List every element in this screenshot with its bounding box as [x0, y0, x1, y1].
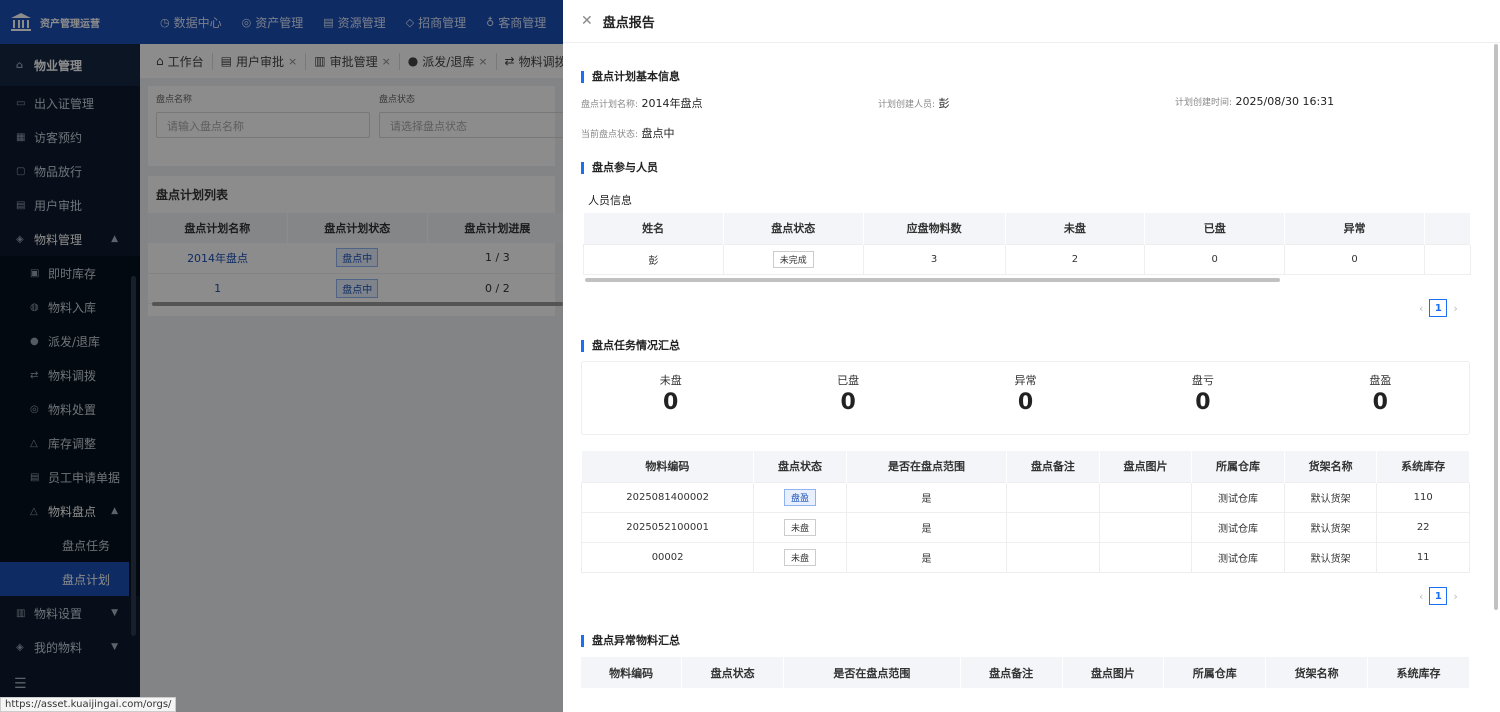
report-drawer: ✕ 盘点报告 盘点计划基本信息 盘点计划名称: 2014年盘点 计划创建人员: …: [563, 0, 1500, 712]
abnormal-table: 物料编码 盘点状态 是否在盘点范围 盘点备注 盘点图片 所属仓库 货架名称 系统…: [581, 657, 1470, 688]
state-field: 当前盘点状态: 盘点中: [581, 127, 675, 140]
pagination-material: ‹ 1 ›: [1419, 587, 1458, 605]
modal-mask[interactable]: [0, 0, 563, 712]
section-summary: 盘点任务情况汇总: [581, 340, 680, 352]
table-header: 姓名 盘点状态 应盘物料数 未盘 已盘 异常: [583, 213, 1472, 244]
section-participants: 盘点参与人员: [581, 162, 658, 174]
prev-page-icon[interactable]: ‹: [1419, 302, 1423, 315]
status-badge: 未盘: [783, 548, 816, 566]
pagination-people: ‹ 1 ›: [1419, 299, 1458, 317]
page-button[interactable]: 1: [1429, 299, 1448, 317]
people-table: 姓名 盘点状态 应盘物料数 未盘 已盘 异常 彭 未完成 3 2 0 0: [583, 213, 1472, 275]
summary-abnormal: 异常 0: [1014, 374, 1037, 415]
table-header: 物料编码 盘点状态 是否在盘点范围 盘点备注 盘点图片 所属仓库 货架名称 系统…: [581, 657, 1470, 688]
table-row[interactable]: 00002 未盘 是 测试仓库 默认货架 11: [580, 541, 1470, 573]
people-info-label: 人员信息: [588, 194, 632, 207]
summary-checked: 已盘 0: [837, 374, 860, 415]
creator-field: 计划创建人员: 彭: [878, 97, 950, 110]
table-row[interactable]: 2025052100001 未盘 是 测试仓库 默认货架 22: [580, 511, 1470, 543]
page-button[interactable]: 1: [1429, 587, 1448, 605]
drawer-header: ✕ 盘点报告: [563, 0, 1500, 43]
prev-page-icon[interactable]: ‹: [1419, 590, 1423, 603]
material-table: 物料编码 盘点状态 是否在盘点范围 盘点备注 盘点图片 所属仓库 货架名称 系统…: [580, 451, 1470, 573]
section-basic-info: 盘点计划基本信息: [581, 71, 680, 83]
table-row[interactable]: 2025081400002 盘盈 是 测试仓库 默认货架 110: [580, 481, 1470, 513]
people-table-scrollbar[interactable]: [585, 278, 1280, 282]
next-page-icon[interactable]: ›: [1453, 590, 1457, 603]
drawer-scrollbar[interactable]: [1494, 44, 1498, 610]
close-icon[interactable]: ✕: [581, 13, 593, 29]
table-header: 物料编码 盘点状态 是否在盘点范围 盘点备注 盘点图片 所属仓库 货架名称 系统…: [581, 451, 1470, 482]
created-time-field: 计划创建时间: 2025/08/30 16:31: [1175, 95, 1335, 108]
drawer-title: 盘点报告: [602, 15, 655, 31]
table-row[interactable]: 彭 未完成 3 2 0 0: [583, 243, 1472, 275]
status-url: https://asset.kuaijingai.com/orgs/: [0, 697, 177, 712]
status-badge: 盘盈: [783, 488, 816, 506]
status-badge: 未完成: [772, 250, 814, 268]
summary-unchecked: 未盘 0: [659, 374, 682, 415]
plan-name-field: 盘点计划名称: 2014年盘点: [581, 97, 703, 110]
summary-panel: 未盘 0 已盘 0 异常 0 盘亏 0 盘盈 0: [581, 361, 1470, 435]
summary-loss: 盘亏 0: [1191, 374, 1214, 415]
next-page-icon[interactable]: ›: [1453, 302, 1457, 315]
summary-gain: 盘盈 0: [1369, 374, 1392, 415]
status-badge: 未盘: [783, 518, 816, 536]
section-abnormal: 盘点异常物料汇总: [581, 635, 680, 647]
